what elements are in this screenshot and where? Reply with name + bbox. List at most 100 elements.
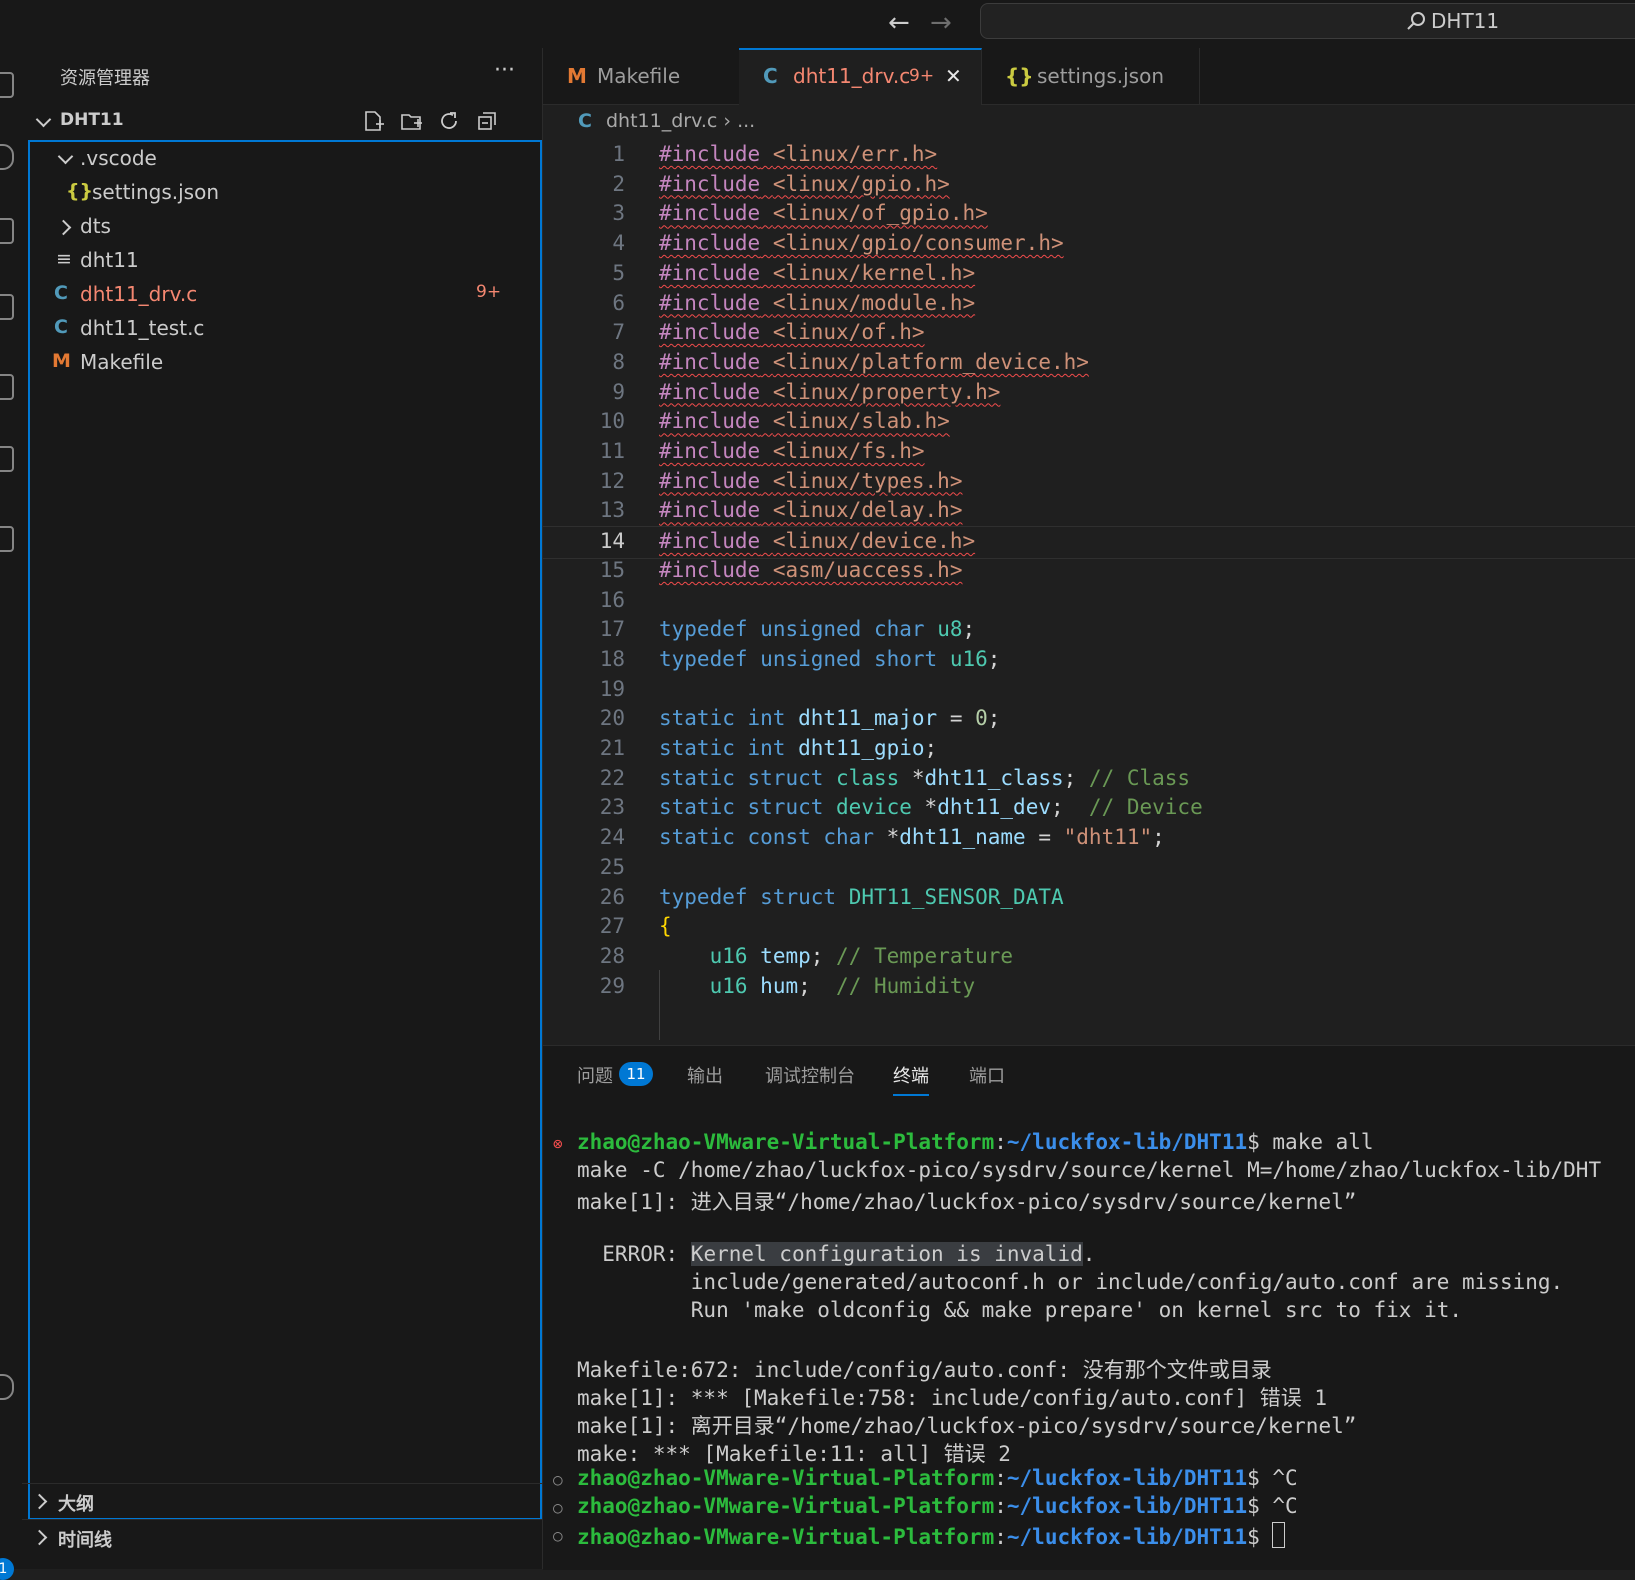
code-line[interactable]: 20 static int dht11_major = 0; [543,704,1635,735]
code-line[interactable]: 24 static const char *dht11_name = "dht11… [543,823,1635,854]
c-file-icon: C [54,316,68,338]
bottom-panel: 问题 11 输出 调试控制台 终端 端口 ⊗ zhao@zhao-VMware-… [543,1045,1635,1570]
code-text: typedef struct DHT11_SENSOR_DATA [659,884,1064,909]
line-number: 28 [599,943,625,968]
terminal-line: make[1]: *** [Makefile:758: include/conf… [577,1386,1328,1410]
code-text: #include <linux/module.h> [659,290,976,315]
tree-item-settings-json[interactable]: {} settings.json [30,176,540,210]
terminal-prompt-line: zhao@zhao-VMware-Virtual-Platform:~/luck… [577,1522,1286,1549]
code-line[interactable]: 8 #include <linux/platform_device.h> [543,348,1635,379]
code-line[interactable]: 16 [543,586,1635,617]
terminal-prompt-line: zhao@zhao-VMware-Virtual-Platform:~/luck… [577,1494,1298,1518]
search-icon [1407,12,1425,30]
code-line[interactable]: 2 #include <linux/gpio.h> [543,170,1635,201]
code-editor[interactable]: 1 #include <linux/err.h> 2 #include <linux/… [543,140,1635,1040]
tab-debug-console[interactable]: 调试控制台 [765,1062,855,1088]
back-arrow-icon[interactable]: ← [888,8,910,38]
tab-label: Makefile [597,64,681,88]
line-number: 8 [612,349,625,374]
line-number: 13 [599,498,625,523]
code-text: static struct class *dht11_class; // Cla… [659,765,1191,790]
outline-section[interactable]: 大纲 [22,1483,542,1518]
timeline-section[interactable]: 时间线 [22,1519,542,1554]
close-icon[interactable]: ✕ [945,64,962,88]
line-number: 4 [612,231,625,256]
line-number: 29 [599,973,625,998]
code-line[interactable]: 15 #include <asm/uaccess.h> [543,556,1635,587]
tree-item-dht11-test-c[interactable]: C dht11_test.c [30,312,540,346]
source-control-icon[interactable] [0,218,14,244]
search-icon[interactable] [0,144,14,170]
explorer-icon[interactable] [0,72,14,98]
code-line[interactable]: 4 #include <linux/gpio/consumer.h> [543,229,1635,260]
c-file-icon: C [763,64,778,88]
code-line[interactable]: 9 #include <linux/property.h> [543,378,1635,409]
code-line[interactable]: 13 #include <linux/delay.h> [543,496,1635,527]
code-line[interactable]: 12 #include <linux/types.h> [543,467,1635,498]
tab-terminal[interactable]: 终端 [893,1062,929,1096]
code-line[interactable]: 26 typedef struct DHT11_SENSOR_DATA [543,883,1635,914]
line-number: 5 [612,260,625,285]
tree-item-dht11-drv-c[interactable]: C dht11_drv.c 9+ [30,278,540,312]
remote-explorer-icon[interactable] [0,374,14,400]
explorer-sidebar: 资源管理器 ··· DHT11 .vscode {} settings.json… [22,48,543,1569]
code-line[interactable]: 7 #include <linux/of.h> [543,318,1635,349]
account-icon[interactable] [0,1374,14,1400]
code-text: #include <linux/device.h> [659,529,976,554]
command-center-search[interactable]: DHT11 [980,3,1635,39]
run-debug-icon[interactable] [0,294,14,320]
breadcrumb-file[interactable]: dht11_drv.c [606,110,717,132]
tab-output[interactable]: 输出 [687,1062,723,1088]
code-line[interactable]: 10 #include <linux/slab.h> [543,407,1635,438]
code-text: #include <linux/err.h> [659,142,938,166]
tree-item-label: Makefile [80,350,164,374]
testing-icon[interactable] [0,526,14,552]
code-line[interactable]: 22 static struct class *dht11_class; // C… [543,764,1635,795]
code-line[interactable]: 28 u16 temp; // Temperature [543,942,1635,973]
breadcrumb-rest[interactable]: ... [737,110,755,132]
file-lines-icon: ≡ [56,248,72,270]
code-line[interactable]: 19 [543,675,1635,706]
tree-item-makefile[interactable]: M Makefile [30,346,540,380]
more-actions-icon[interactable]: ··· [494,58,515,83]
code-line[interactable]: 14 #include <linux/device.h> [543,526,1635,560]
tree-item-dht11[interactable]: ≡ dht11 [30,244,540,278]
code-line[interactable]: 23 static struct device *dht11_dev; // De… [543,793,1635,824]
line-number: 1 [612,142,625,166]
refresh-icon[interactable] [438,110,460,132]
tab-makefile[interactable]: M Makefile [543,48,740,104]
tree-item-vscode[interactable]: .vscode [30,142,540,176]
tab-dht11-drv-c[interactable]: C dht11_drv.c 9+ ✕ [739,48,982,105]
tree-item-label: dht11_test.c [80,316,205,340]
code-line[interactable]: 6 #include <linux/module.h> [543,289,1635,320]
tab-settings-json[interactable]: {} settings.json [981,48,1200,104]
json-icon: {} [1005,64,1034,88]
line-number: 18 [599,646,625,671]
tree-item-dts[interactable]: dts [30,210,540,244]
extensions-icon[interactable] [0,446,14,472]
code-line[interactable]: 3 #include <linux/of_gpio.h> [543,199,1635,230]
new-file-icon[interactable] [362,110,384,132]
code-line[interactable]: 5 #include <linux/kernel.h> [543,259,1635,290]
collapse-all-icon[interactable] [476,110,498,132]
code-line[interactable]: 27 { [543,912,1635,943]
terminal-line: include/generated/autoconf.h or include/… [577,1270,1564,1294]
code-line[interactable]: 25 [543,853,1635,884]
line-number: 19 [599,676,625,701]
tab-problems[interactable]: 问题 [577,1062,613,1088]
tab-ports[interactable]: 端口 [969,1062,1005,1088]
code-line[interactable]: 17 typedef unsigned char u8; [543,615,1635,646]
line-number: 26 [599,884,625,909]
code-line[interactable]: 29 u16 hum; // Humidity [543,972,1635,1003]
terminal-prompt-line: zhao@zhao-VMware-Virtual-Platform:~/luck… [577,1130,1374,1154]
new-folder-icon[interactable] [400,110,422,132]
line-number: 2 [612,171,625,196]
line-number: 25 [599,854,625,879]
code-line[interactable]: 18 typedef unsigned short u16; [543,645,1635,676]
code-line[interactable]: 11 #include <linux/fs.h> [543,437,1635,468]
code-line[interactable]: 21 static int dht11_gpio; [543,734,1635,765]
code-line[interactable]: 1 #include <linux/err.h> [543,140,1635,171]
forward-arrow-icon[interactable]: → [930,8,952,38]
workspace-root-label: DHT11 [60,110,124,130]
tab-problem-badge: 9+ [909,66,935,86]
